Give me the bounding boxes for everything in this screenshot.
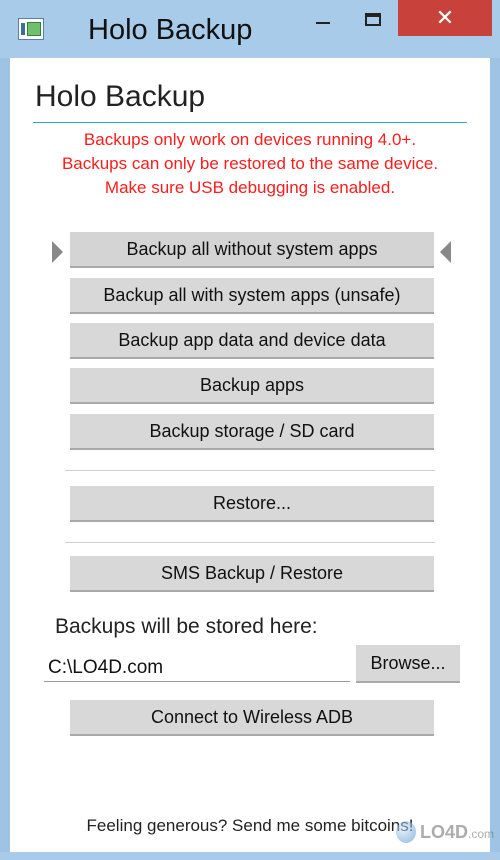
backup-app-and-device-data-button[interactable]: Backup app data and device data <box>70 323 434 359</box>
watermark-text: LO4D <box>419 821 468 842</box>
connect-wireless-adb-button[interactable]: Connect to Wireless ADB <box>70 700 434 736</box>
header-divider <box>33 122 467 123</box>
button-label: Restore... <box>212 492 292 513</box>
focus-arrow-left-icon <box>52 241 63 263</box>
section-divider <box>65 542 435 543</box>
backup-all-without-system-apps-button[interactable]: Backup all without system apps <box>70 232 434 268</box>
watermark-logo: LO4D.com <box>396 812 494 852</box>
sms-backup-restore-button[interactable]: SMS Backup / Restore <box>70 556 434 592</box>
app-icon-screen <box>27 22 41 36</box>
app-icon[interactable] <box>18 18 44 40</box>
watermark-suffix: .com <box>467 826 494 841</box>
section-divider <box>65 470 435 471</box>
warning-line: Make sure USB debugging is enabled. <box>104 178 396 197</box>
focus-arrow-right-icon <box>440 241 451 263</box>
globe-icon <box>396 821 416 843</box>
restore-button[interactable]: Restore... <box>70 486 434 522</box>
backup-all-with-system-apps-button[interactable]: Backup all with system apps (unsafe) <box>70 278 434 314</box>
button-label: Backup storage / SD card <box>149 420 355 441</box>
window-frame-bottom <box>0 852 500 860</box>
minimize-button[interactable] <box>300 0 346 38</box>
close-button[interactable]: ✕ <box>398 0 492 36</box>
window-title: Holo Backup <box>88 14 253 46</box>
button-label: Connect to Wireless ADB <box>150 706 354 727</box>
warning-line: Backups only work on devices running 4.0… <box>83 130 417 149</box>
browse-button[interactable]: Browse... <box>356 645 460 683</box>
maximize-button[interactable] <box>350 0 396 38</box>
button-label: Backup all without system apps <box>126 238 378 259</box>
maximize-icon <box>365 12 381 26</box>
app-icon-side <box>21 23 25 35</box>
app-content: Holo Backup Backups only work on devices… <box>10 58 490 852</box>
backup-storage-button[interactable]: Backup storage / SD card <box>70 414 434 450</box>
minimize-icon <box>316 22 330 24</box>
button-label: Backup apps <box>199 374 305 395</box>
storage-location-label: Backups will be stored here: <box>55 615 318 638</box>
button-label: Browse... <box>370 652 446 673</box>
button-label: Backup app data and device data <box>118 329 386 350</box>
page-title: Holo Backup <box>35 80 206 113</box>
button-label: SMS Backup / Restore <box>160 562 344 583</box>
window-titlebar[interactable]: Holo Backup ✕ <box>0 0 500 58</box>
button-label: Backup all with system apps (unsafe) <box>103 284 401 305</box>
warning-messages: Backups only work on devices running 4.0… <box>10 128 490 200</box>
backup-apps-button[interactable]: Backup apps <box>70 368 434 404</box>
warning-line: Backups can only be restored to the same… <box>61 154 439 173</box>
backup-path-input[interactable] <box>44 654 350 682</box>
close-icon: ✕ <box>435 5 455 31</box>
